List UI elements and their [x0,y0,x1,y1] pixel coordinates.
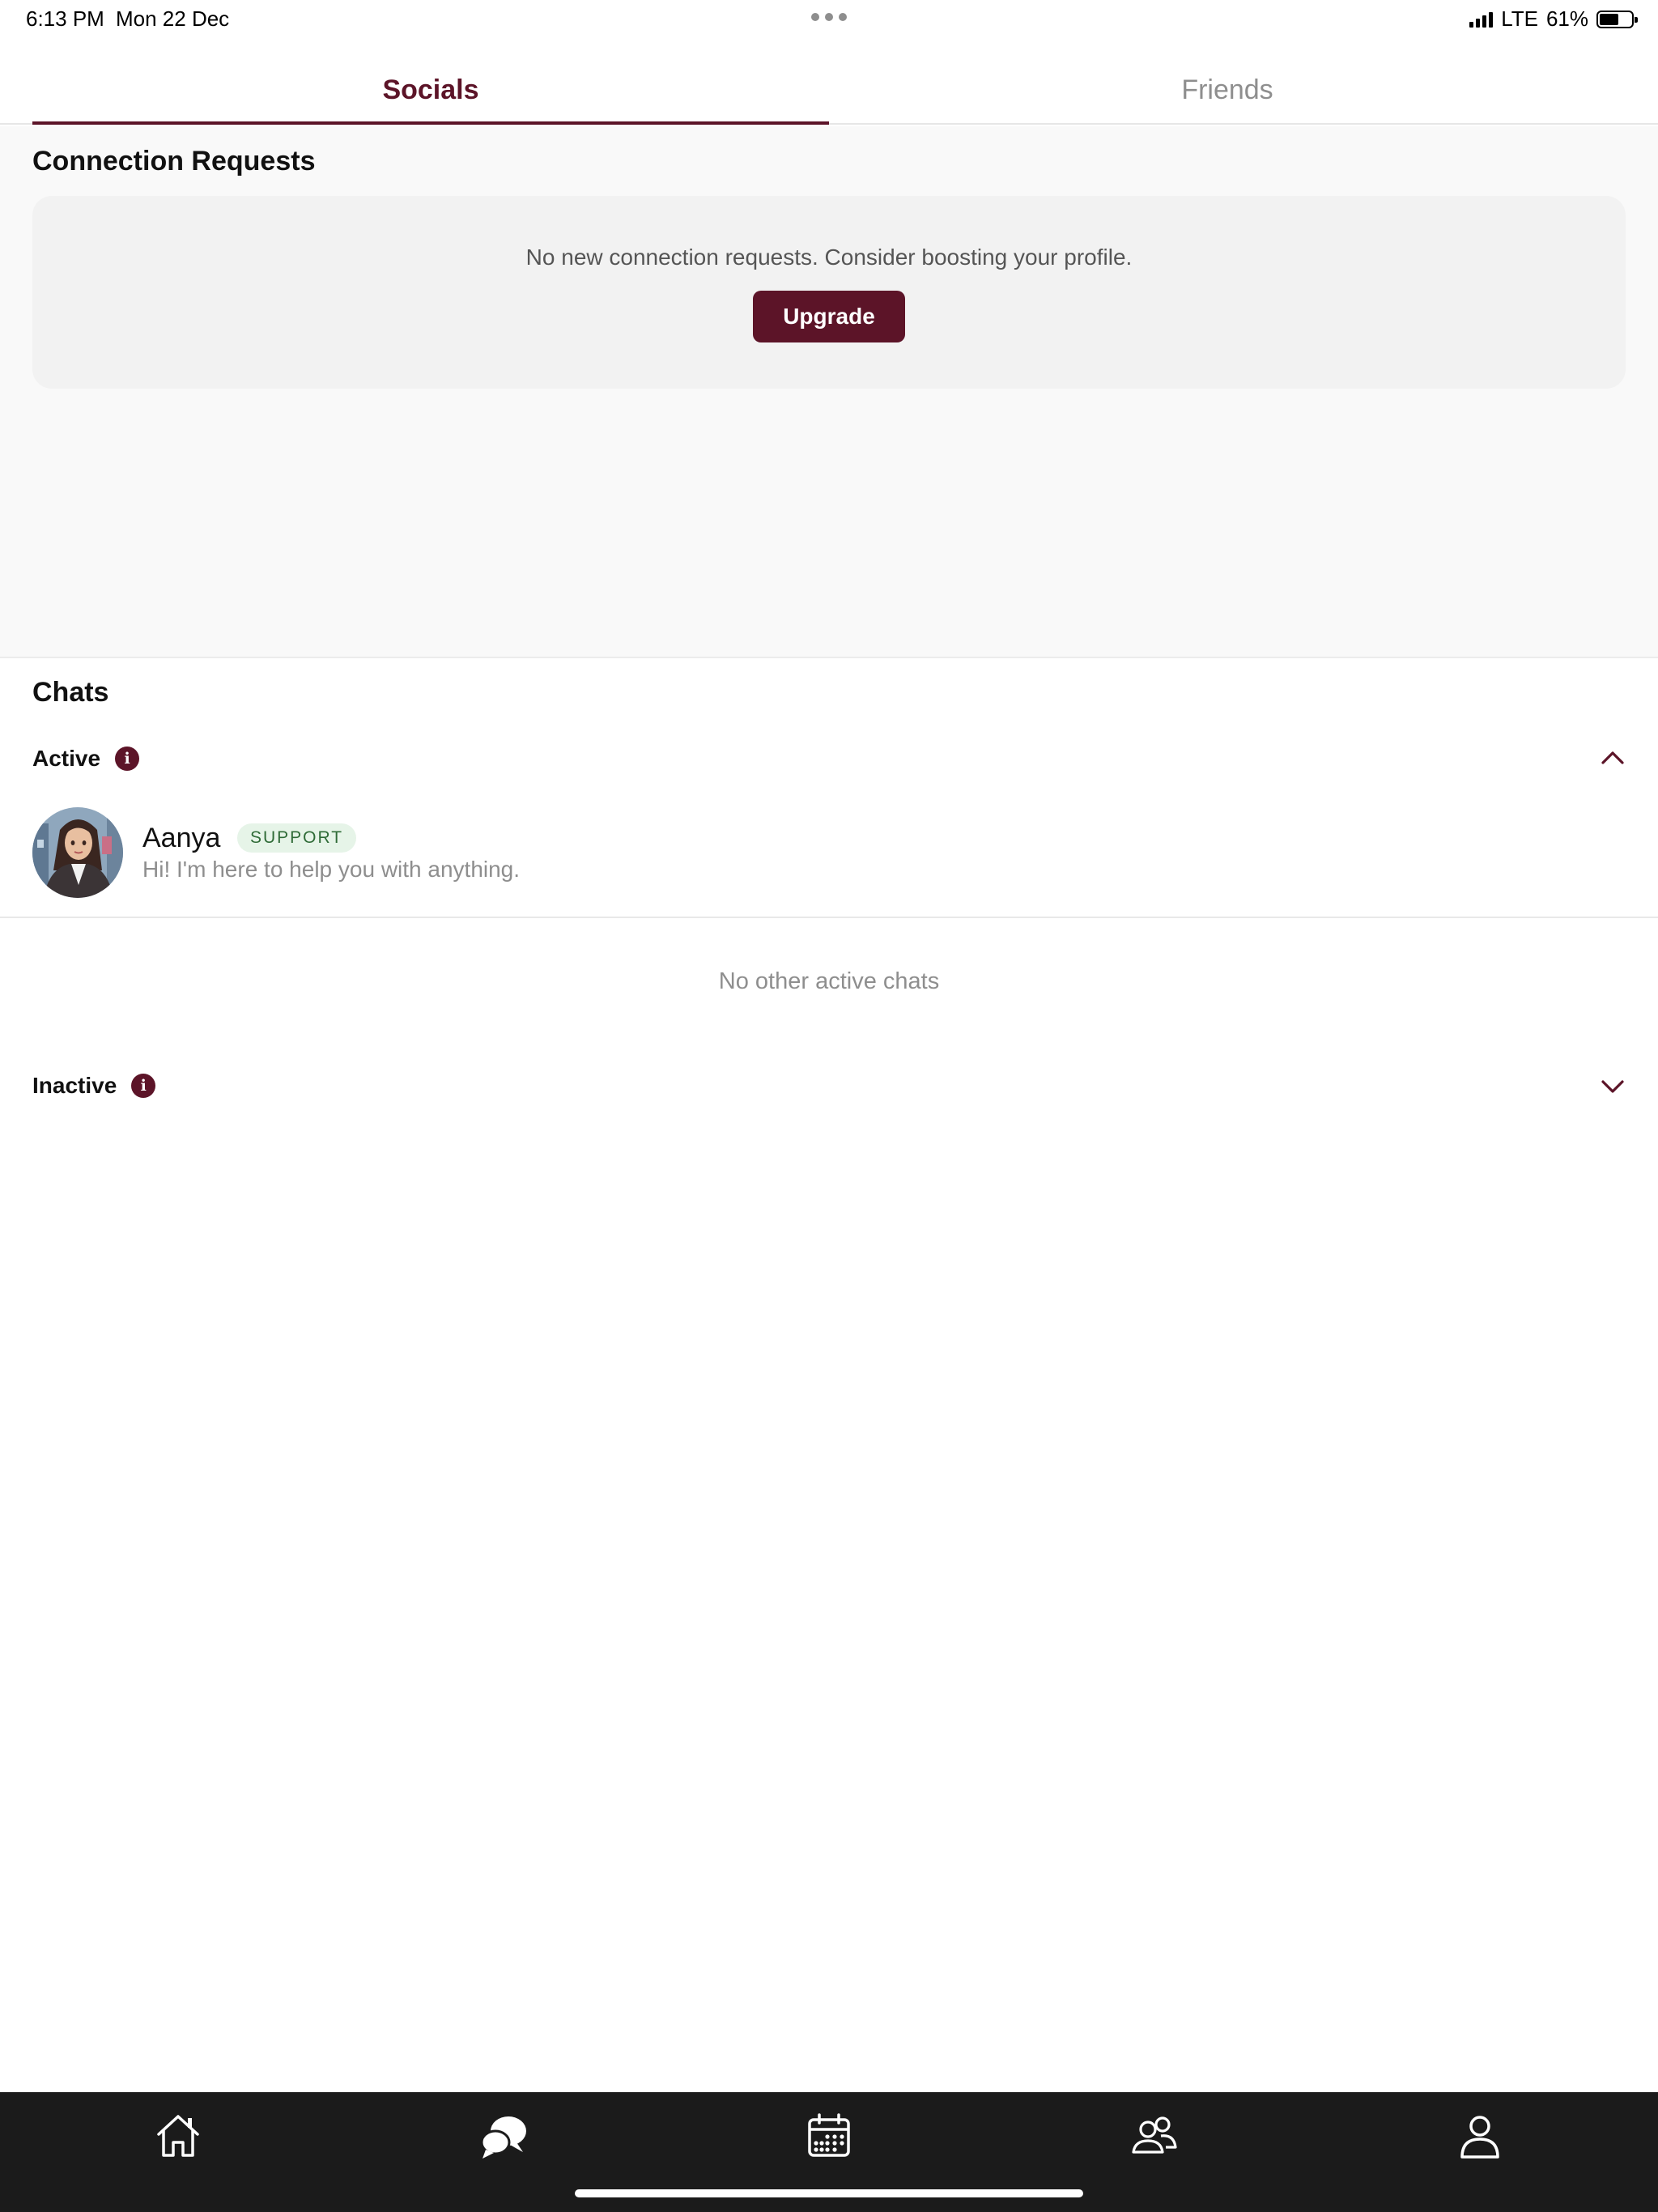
network-type: LTE [1501,6,1538,31]
chat-name: Aanya [142,823,221,853]
connection-requests-title: Connection Requests [32,146,316,177]
chats-title: Chats [32,677,109,708]
connection-requests-message: No new connection requests. Consider boo… [525,245,1133,270]
cellular-signal-icon [1469,11,1494,28]
nav-friends-button[interactable] [1129,2110,1180,2162]
inactive-chats-label: Inactive [32,1073,117,1098]
chat-bubbles-icon [480,2116,526,2159]
tab-friends[interactable]: Friends [829,57,1626,125]
chevron-down-icon[interactable] [1600,1073,1626,1099]
profile-icon [1460,2116,1499,2159]
chevron-up-icon[interactable] [1600,746,1626,772]
home-icon [157,2115,199,2157]
avatar [32,807,123,898]
upgrade-button[interactable]: Upgrade [753,291,905,342]
status-indicators: LTE 61% [1469,6,1638,32]
nav-home-button[interactable] [152,2110,204,2162]
socials-screen: 6:13 PM Mon 22 Dec LTE 61% Socials Frien… [0,0,1658,2212]
multitasking-dots-icon[interactable] [811,13,847,21]
home-indicator[interactable] [575,2189,1083,2197]
connection-requests-section: Connection Requests No new connection re… [0,126,1658,658]
active-chats-label: Active [32,746,101,771]
tab-socials[interactable]: Socials [32,57,829,125]
inactive-info-icon[interactable]: i [131,1074,156,1098]
nav-calendar-button[interactable] [803,2110,855,2162]
status-time: 6:13 PM [26,6,104,31]
nav-chats-button[interactable] [478,2110,529,2162]
active-chats-header[interactable]: Active i [32,738,1626,779]
no-other-chats-message: No other active chats [718,968,940,994]
battery-percentage: 61% [1545,6,1588,31]
nav-profile-button[interactable] [1454,2110,1506,2162]
tab-bar: Socials Friends [0,57,1658,125]
support-badge: SUPPORT [237,823,357,853]
status-date: Mon 22 Dec [116,6,230,31]
inactive-chats-header[interactable]: Inactive i [32,1066,1626,1106]
calendar-icon [808,2113,850,2157]
bottom-nav-bar [0,2092,1658,2212]
chat-list-item[interactable]: Aanya SUPPORT Hi! I'm here to help you w… [0,802,1658,918]
battery-icon [1596,10,1638,28]
active-info-icon[interactable]: i [115,747,140,771]
friends-icon [1132,2116,1177,2154]
status-bar: 6:13 PM Mon 22 Dec LTE 61% [0,0,1658,39]
chat-preview: Hi! I'm here to help you with anything. [142,857,521,882]
